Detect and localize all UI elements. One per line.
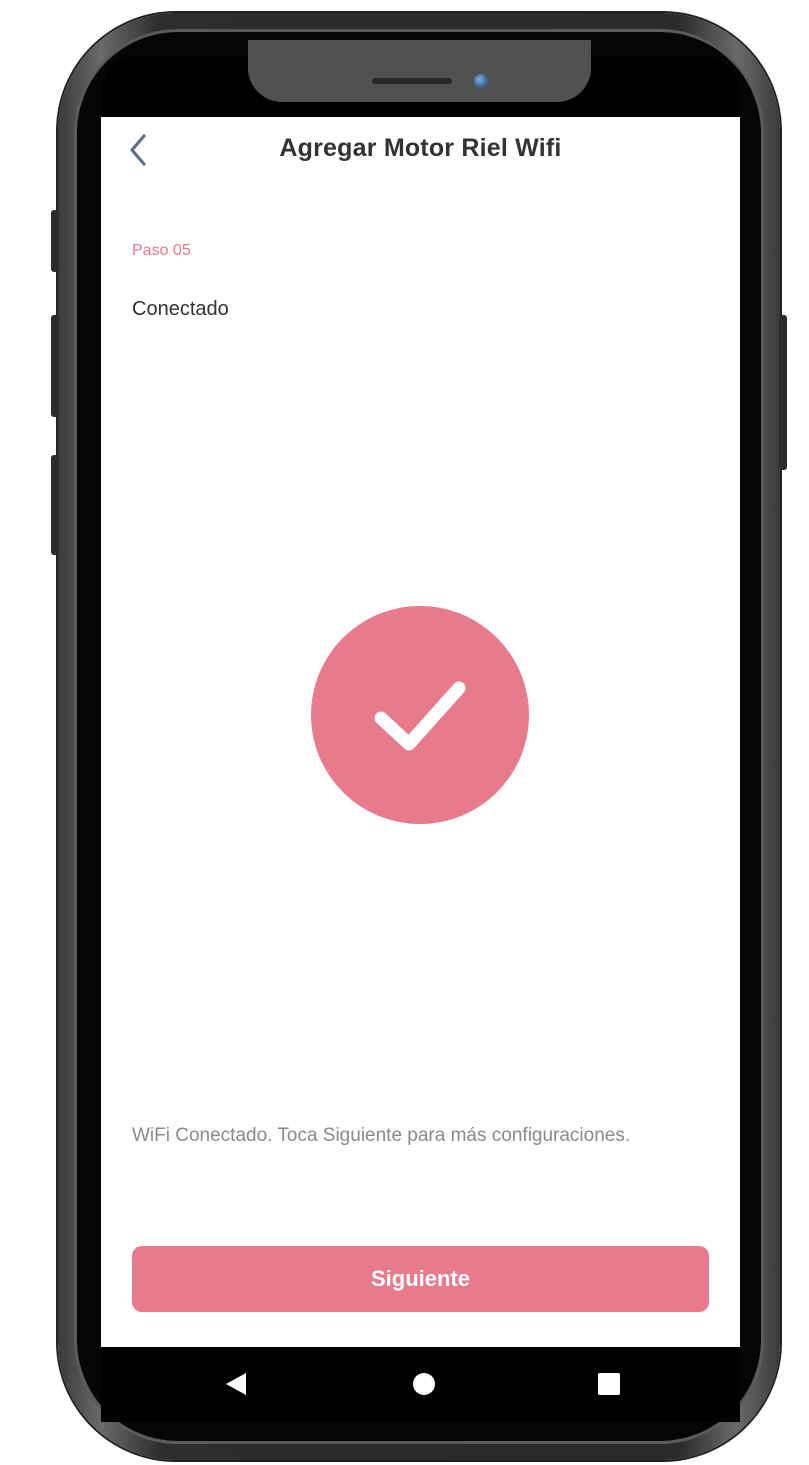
step-title: Conectado xyxy=(132,298,229,320)
nav-back-button[interactable] xyxy=(221,1369,251,1399)
nav-recents-icon xyxy=(598,1373,620,1395)
power-button xyxy=(779,315,787,470)
notch xyxy=(248,40,591,102)
nav-recents-button[interactable] xyxy=(594,1369,624,1399)
nav-home-button[interactable] xyxy=(409,1369,439,1399)
volume-up-button xyxy=(51,315,59,417)
speaker-grille xyxy=(372,78,452,84)
status-hint: WiFi Conectado. Toca Siguiente para más … xyxy=(132,1125,631,1146)
volume-down-button xyxy=(51,455,59,555)
mute-switch xyxy=(51,210,59,272)
nav-home-icon xyxy=(413,1373,435,1395)
front-camera xyxy=(474,74,488,88)
success-indicator xyxy=(311,606,529,824)
step-label: Paso 05 xyxy=(132,242,191,259)
page-title: Agregar Motor Riel Wifi xyxy=(279,134,562,162)
phone-mockup: Agregar Motor Riel Wifi Paso 05 Conectad… xyxy=(0,0,809,1465)
nav-back-icon xyxy=(226,1373,246,1395)
checkmark-icon xyxy=(374,681,466,751)
next-button[interactable]: Siguiente xyxy=(132,1246,709,1312)
